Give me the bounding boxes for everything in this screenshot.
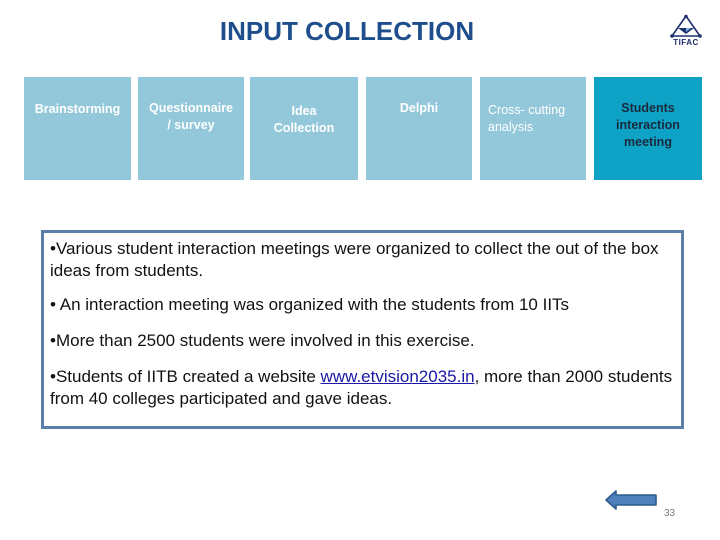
step-label: Students interaction meeting	[616, 101, 680, 149]
logo-text: TIFAC	[673, 38, 699, 47]
bullet-item: •Students of IITB created a website www.…	[50, 366, 675, 410]
bullet-item: •More than 2500 students were involved i…	[50, 331, 475, 350]
step-label: Questionnaire / survey	[148, 101, 234, 132]
step-label: Idea Collection	[273, 104, 335, 135]
step-delphi: Delphi	[366, 77, 472, 180]
page-title: INPUT COLLECTION	[219, 16, 475, 46]
step-students-interaction-meeting: Students interaction meeting	[594, 77, 702, 180]
step-brainstorming: Brainstorming	[24, 77, 131, 180]
bullet-text: •Students of IITB created a website	[50, 367, 321, 386]
step-idea-collection: Idea Collection	[250, 77, 358, 180]
left-arrow-icon	[605, 490, 657, 510]
step-label: Delphi	[399, 101, 439, 115]
back-button[interactable]	[605, 489, 657, 511]
website-link[interactable]: www.etvision2035.in	[321, 367, 475, 386]
step-questionnaire-survey: Questionnaire / survey	[138, 77, 244, 180]
tifac-logo: TIFAC	[664, 14, 708, 50]
step-label: Cross- cutting analysis	[488, 103, 566, 134]
tifac-triangle-logo-icon	[670, 14, 702, 38]
content-box: •Various student interaction meetings we…	[41, 230, 684, 429]
step-label: Brainstorming	[34, 102, 121, 116]
step-cross-cutting-analysis: Cross- cutting analysis	[480, 77, 586, 180]
bullet-item: • An interaction meeting was organized w…	[50, 295, 570, 314]
page-number: 33	[664, 508, 676, 519]
bullet-item: •Various student interaction meetings we…	[50, 239, 659, 280]
